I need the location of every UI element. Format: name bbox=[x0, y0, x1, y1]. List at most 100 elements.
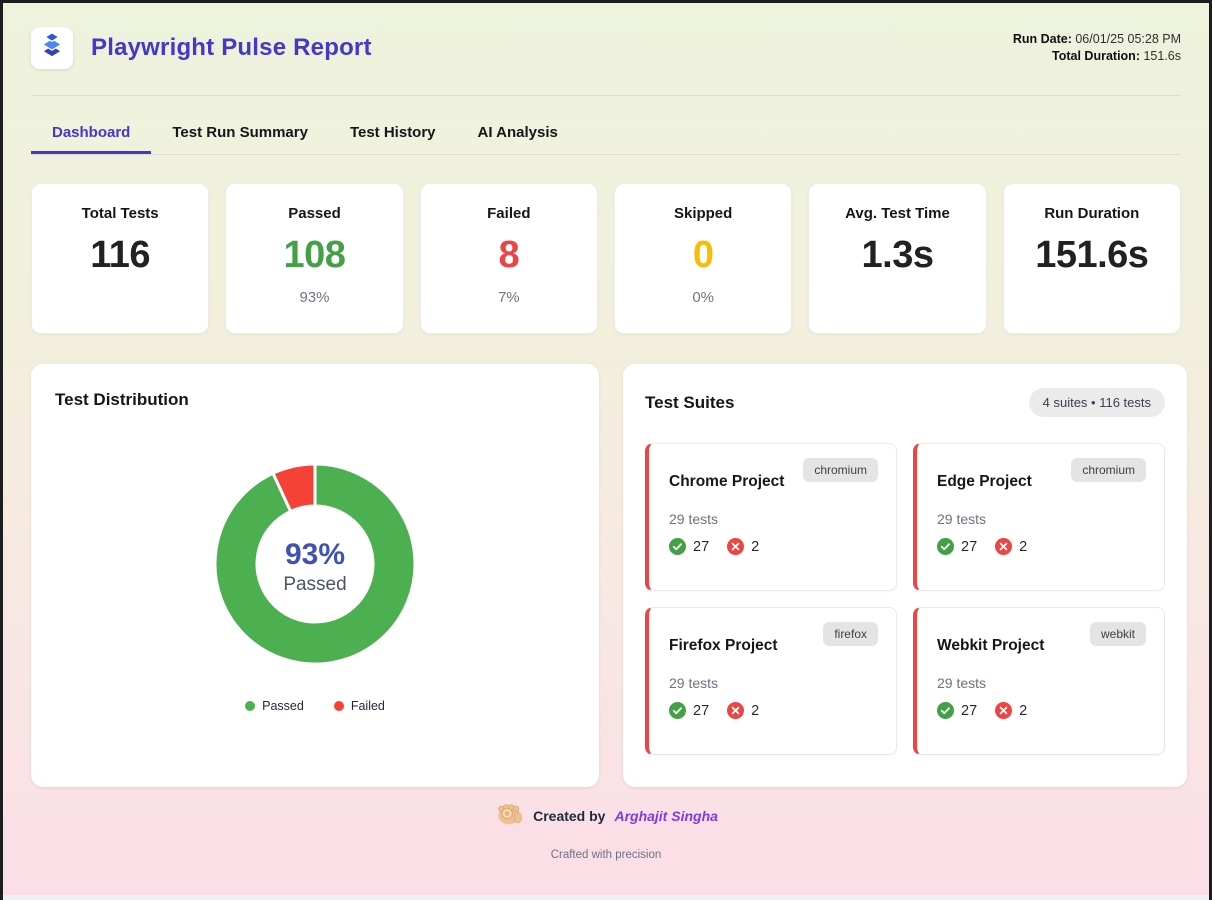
suite-passed-stat: 27 bbox=[669, 702, 709, 719]
suite-test-count: 29 tests bbox=[669, 675, 719, 691]
header: Playwright Pulse Report Run Date: 06/01/… bbox=[31, 3, 1181, 69]
stat-card-run-duration: Run Duration 151.6s bbox=[1002, 183, 1181, 334]
suite-failed-stat: 2 bbox=[727, 702, 759, 719]
stat-value: 8 bbox=[498, 234, 520, 276]
suite-grid: Chrome Project chromium 29 tests 27 2 Ed… bbox=[645, 443, 1165, 755]
page-title: Playwright Pulse Report bbox=[91, 34, 372, 61]
distribution-title: Test Distribution bbox=[55, 390, 189, 409]
suite-name: Chrome Project bbox=[669, 473, 785, 490]
run-info: Run Date: 06/01/25 05:28 PM Total Durati… bbox=[1013, 31, 1181, 65]
suite-stats: 27 2 bbox=[669, 538, 878, 555]
report-window: Playwright Pulse Report Run Date: 06/01/… bbox=[0, 0, 1212, 900]
tagline: Crafted with precision bbox=[550, 849, 662, 861]
stat-sub: 0% bbox=[692, 289, 714, 306]
stat-value: 151.6s bbox=[1035, 234, 1149, 276]
legend-item-passed: Passed bbox=[245, 699, 304, 713]
run-date-line: Run Date: 06/01/25 05:28 PM bbox=[1013, 31, 1181, 48]
stat-label: Run Duration bbox=[1044, 205, 1140, 222]
created-by-label: Created by bbox=[533, 807, 606, 824]
check-circle-icon bbox=[669, 538, 686, 555]
suite-card-top: Firefox Project firefox bbox=[669, 622, 878, 655]
suite-card-top: Edge Project chromium bbox=[937, 458, 1146, 491]
donut-percentage: 93% bbox=[284, 537, 346, 571]
suites-title: Test Suites bbox=[645, 392, 735, 412]
suite-failed-stat: 2 bbox=[995, 538, 1027, 555]
stat-sub bbox=[809, 289, 985, 307]
suite-card-top: Webkit Project webkit bbox=[937, 622, 1146, 655]
run-date-value: 06/01/25 05:28 PM bbox=[1075, 32, 1181, 46]
suite-stats: 27 2 bbox=[669, 702, 878, 719]
stat-value: 116 bbox=[90, 234, 151, 276]
author-link[interactable]: Arghajit Singha bbox=[614, 808, 717, 824]
stat-label: Avg. Test Time bbox=[845, 205, 950, 222]
test-distribution-panel: Test Distribution 93% Passed Passed Fail… bbox=[31, 364, 599, 787]
stat-label: Passed bbox=[288, 205, 341, 222]
x-circle-icon bbox=[727, 538, 745, 555]
test-suites-panel: Test Suites 4 suites • 116 tests Chrome … bbox=[623, 364, 1187, 787]
stat-value: 1.3s bbox=[861, 234, 934, 276]
legend-dot bbox=[333, 701, 344, 711]
suite-test-count: 29 tests bbox=[937, 675, 987, 691]
x-circle-icon bbox=[995, 538, 1013, 555]
stat-card-skipped: Skipped 0 0% bbox=[613, 183, 793, 334]
stat-label: Total Tests bbox=[81, 205, 159, 222]
tab-dashboard[interactable]: Dashboard bbox=[31, 112, 152, 154]
stat-card-row: Total Tests 116 Passed 108 93% Failed 8 … bbox=[31, 183, 1181, 334]
stat-sub bbox=[1004, 289, 1180, 307]
suite-failed-stat: 2 bbox=[995, 702, 1027, 719]
check-circle-icon bbox=[937, 538, 954, 555]
passed-count: 27 bbox=[693, 702, 710, 719]
suite-card-top: Chrome Project chromium bbox=[669, 458, 878, 491]
stat-label: Failed bbox=[487, 205, 531, 222]
suite-name: Webkit Project bbox=[937, 637, 1045, 654]
x-circle-icon bbox=[727, 702, 745, 719]
suite-card-firefox: Firefox Project firefox 29 tests 27 2 bbox=[645, 607, 897, 755]
passed-count: 27 bbox=[961, 538, 978, 555]
window-bottom-edge bbox=[3, 895, 1209, 900]
suite-name: Edge Project bbox=[937, 473, 1032, 490]
suite-card-edge: Edge Project chromium 29 tests 27 2 bbox=[913, 443, 1165, 591]
suite-name: Firefox Project bbox=[669, 637, 778, 654]
duration-value: 151.6s bbox=[1143, 49, 1181, 63]
footer: Created by Arghajit Singha Crafted with … bbox=[31, 799, 1181, 861]
stat-sub: 7% bbox=[497, 289, 520, 306]
layers-icon bbox=[39, 32, 65, 64]
stat-label: Skipped bbox=[673, 205, 733, 222]
stat-value: 108 bbox=[283, 234, 346, 276]
chart-legend: Passed Failed bbox=[55, 699, 575, 713]
suites-header: Test Suites 4 suites • 116 tests bbox=[645, 388, 1165, 417]
stat-sub: 93% bbox=[299, 289, 330, 306]
tab-test-history[interactable]: Test History bbox=[329, 112, 457, 154]
check-circle-icon bbox=[669, 702, 686, 719]
panels-row: Test Distribution 93% Passed Passed Fail… bbox=[31, 364, 1187, 787]
suite-test-count: 29 tests bbox=[937, 511, 987, 527]
suite-passed-stat: 27 bbox=[937, 702, 977, 719]
duration-line: Total Duration: 151.6s bbox=[1013, 48, 1181, 65]
suite-failed-stat: 2 bbox=[727, 538, 759, 555]
page: Playwright Pulse Report Run Date: 06/01/… bbox=[3, 3, 1209, 861]
failed-count: 2 bbox=[1019, 702, 1028, 719]
stat-card-passed: Passed 108 93% bbox=[225, 183, 404, 334]
suite-card-chrome: Chrome Project chromium 29 tests 27 2 bbox=[645, 443, 897, 591]
failed-count: 2 bbox=[1019, 538, 1028, 555]
created-by-line: Created by Arghajit Singha bbox=[31, 799, 1181, 832]
app-logo bbox=[31, 27, 73, 69]
stat-sub bbox=[32, 289, 208, 307]
suite-passed-stat: 27 bbox=[937, 538, 977, 555]
legend-item-failed: Failed bbox=[333, 699, 385, 713]
suite-test-count: 29 tests bbox=[669, 511, 719, 527]
suite-stats: 27 2 bbox=[937, 702, 1146, 719]
tab-test-run-summary[interactable]: Test Run Summary bbox=[151, 112, 329, 154]
suite-passed-stat: 27 bbox=[669, 538, 709, 555]
failed-count: 2 bbox=[751, 538, 760, 555]
browser-badge: chromium bbox=[803, 458, 878, 482]
passed-count: 27 bbox=[693, 538, 710, 555]
duration-label: Total Duration: bbox=[1052, 49, 1140, 63]
legend-dot bbox=[245, 701, 256, 711]
tab-ai-analysis[interactable]: AI Analysis bbox=[457, 112, 579, 154]
pointing-hand-emoji bbox=[494, 799, 524, 832]
donut-center-label: 93% Passed bbox=[205, 454, 425, 679]
legend-label: Failed bbox=[350, 699, 385, 713]
browser-badge: chromium bbox=[1071, 458, 1146, 482]
stat-card-failed: Failed 8 7% bbox=[419, 183, 598, 334]
